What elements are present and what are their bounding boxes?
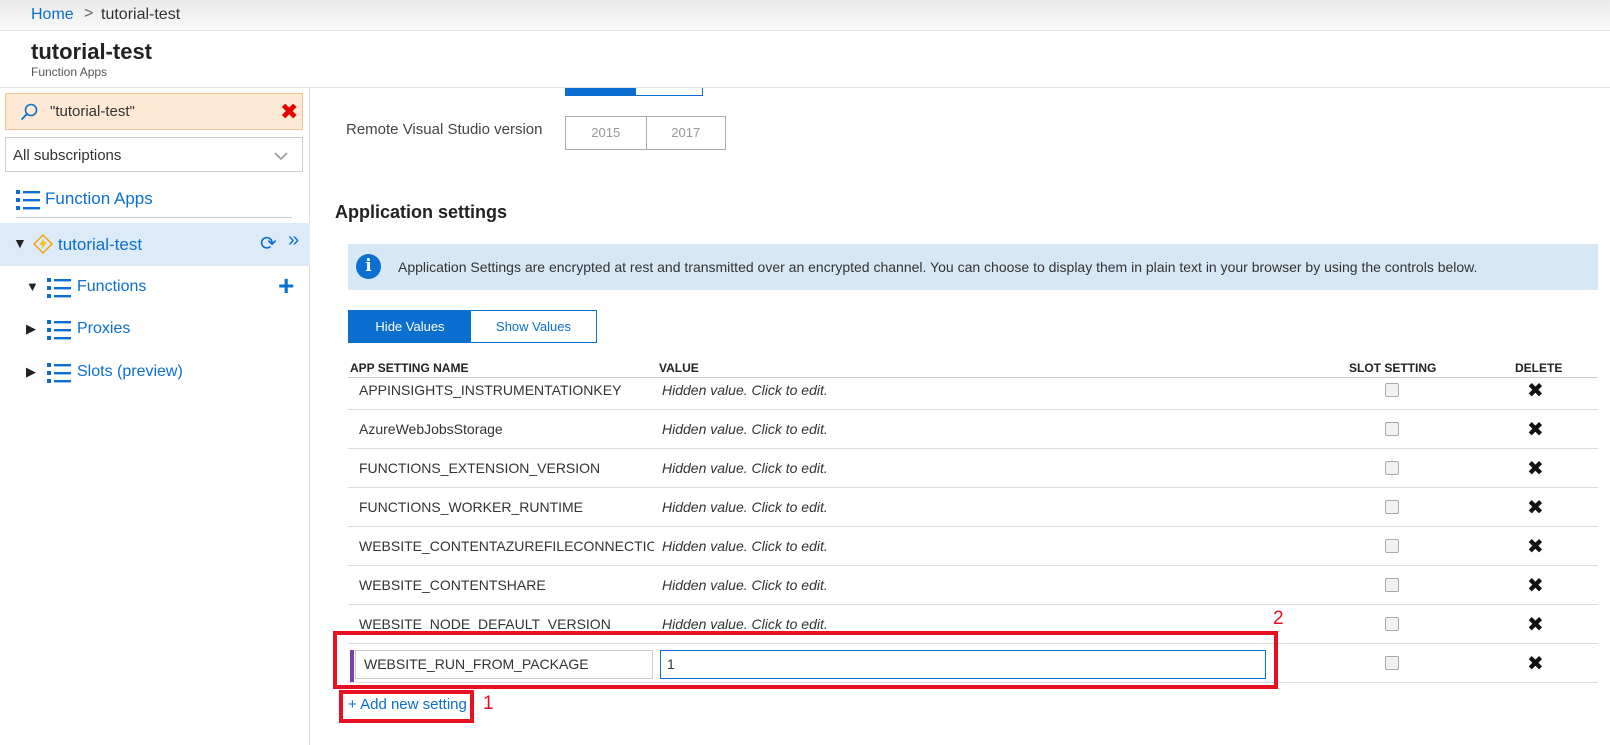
delete-icon[interactable]: ✖ [1527, 495, 1544, 520]
subscription-select-value: All subscriptions [13, 147, 122, 164]
slot-setting-checkbox[interactable] [1385, 656, 1399, 670]
delete-icon[interactable]: ✖ [1527, 534, 1544, 559]
values-visibility-toggle: Hide Values Show Values [348, 310, 597, 343]
delete-icon[interactable]: ✖ [1527, 417, 1544, 442]
breadcrumb-current: tutorial-test [101, 6, 181, 23]
slot-setting-checkbox[interactable] [1385, 383, 1399, 397]
vs-version-2015-button[interactable]: 2015 [566, 117, 646, 149]
sidebar-item-app[interactable]: ▼ tutorial-test ⟳ » [0, 223, 310, 266]
partially-visible-toggle[interactable] [565, 88, 703, 96]
table-row: WEBSITE_CONTENTSHARE Hidden value. Click… [348, 566, 1598, 605]
delete-icon[interactable]: ✖ [1527, 651, 1544, 676]
setting-value[interactable]: Hidden value. Click to edit. [662, 421, 828, 437]
annotation-box-2 [333, 631, 1278, 689]
main-content: Remote Visual Studio version 2015 2017 A… [310, 88, 1610, 745]
caret-right-icon[interactable]: ▶ [26, 321, 36, 337]
slot-setting-checkbox[interactable] [1385, 461, 1399, 475]
delete-icon[interactable]: ✖ [1527, 378, 1544, 403]
caret-down-icon[interactable]: ▼ [26, 279, 39, 294]
list-icon [47, 278, 71, 298]
setting-value[interactable]: Hidden value. Click to edit. [662, 499, 828, 515]
annotation-box-1 [339, 690, 474, 723]
setting-name[interactable]: FUNCTIONS_WORKER_RUNTIME [359, 499, 654, 515]
slot-setting-checkbox[interactable] [1385, 422, 1399, 436]
caret-down-icon[interactable]: ▼ [13, 235, 27, 251]
nav-function-apps[interactable]: Function Apps [16, 186, 292, 218]
list-icon [47, 320, 71, 340]
subscription-select[interactable]: All subscriptions [5, 137, 303, 172]
table-row: FUNCTIONS_WORKER_RUNTIME Hidden value. C… [348, 488, 1598, 527]
table-row: APPINSIGHTS_INSTRUMENTATIONKEY Hidden va… [348, 371, 1598, 410]
nav-function-apps-label: Function Apps [45, 189, 153, 208]
sidebar-item-slots[interactable]: ▶ Slots (preview) [0, 355, 310, 391]
search-input[interactable]: "tutorial-test" ✖ [5, 93, 303, 130]
setting-value[interactable]: Hidden value. Click to edit. [662, 382, 828, 398]
annotation-number-1: 1 [483, 693, 494, 714]
setting-value[interactable]: Hidden value. Click to edit. [662, 616, 828, 632]
slot-setting-checkbox[interactable] [1385, 539, 1399, 553]
chevron-down-icon [274, 152, 288, 161]
table-row: WEBSITE_CONTENTAZUREFILECONNECTIO... Hid… [348, 527, 1598, 566]
slot-setting-checkbox[interactable] [1385, 617, 1399, 631]
list-icon [16, 190, 40, 210]
list-icon [47, 363, 71, 383]
table-row: FUNCTIONS_EXTENSION_VERSION Hidden value… [348, 449, 1598, 488]
search-icon [20, 103, 38, 121]
hide-values-button[interactable]: Hide Values [349, 311, 471, 342]
page-title: tutorial-test [31, 39, 152, 64]
setting-name[interactable]: WEBSITE_CONTENTAZUREFILECONNECTIO... [359, 538, 654, 554]
clear-search-icon[interactable]: ✖ [280, 99, 298, 125]
info-banner: i Application Settings are encrypted at … [348, 244, 1598, 290]
breadcrumb-bar: Home > tutorial-test [0, 0, 1610, 31]
breadcrumb-separator-icon: > [84, 5, 94, 22]
remote-vs-version-label: Remote Visual Studio version [346, 121, 543, 138]
info-banner-text: Application Settings are encrypted at re… [398, 259, 1478, 275]
sidebar-item-label: Slots (preview) [77, 363, 183, 380]
page-subtitle: Function Apps [31, 65, 108, 79]
partially-visible-toggle-on [566, 88, 636, 95]
sidebar-item-functions[interactable]: ▼ Functions + [0, 270, 310, 306]
expand-icon[interactable]: » [288, 229, 299, 252]
setting-value[interactable]: Hidden value. Click to edit. [662, 577, 828, 593]
refresh-icon[interactable]: ⟳ [260, 231, 277, 256]
table-row: AzureWebJobsStorage Hidden value. Click … [348, 410, 1598, 449]
function-app-bolt-icon [33, 234, 53, 254]
caret-right-icon[interactable]: ▶ [26, 364, 36, 380]
setting-name[interactable]: AzureWebJobsStorage [359, 421, 654, 437]
sidebar-item-proxies[interactable]: ▶ Proxies [0, 312, 310, 348]
delete-icon[interactable]: ✖ [1527, 573, 1544, 598]
setting-value[interactable]: Hidden value. Click to edit. [662, 460, 828, 476]
setting-value[interactable]: Hidden value. Click to edit. [662, 538, 828, 554]
sidebar-item-label: Proxies [77, 320, 131, 337]
slot-setting-checkbox[interactable] [1385, 578, 1399, 592]
section-title: Application settings [335, 202, 508, 222]
add-function-icon[interactable]: + [278, 272, 294, 300]
breadcrumb-home-link[interactable]: Home [31, 6, 74, 24]
annotation-number-2: 2 [1273, 608, 1284, 629]
search-input-value: "tutorial-test" [50, 103, 135, 120]
vs-version-2017-button[interactable]: 2017 [645, 117, 726, 149]
slot-setting-checkbox[interactable] [1385, 500, 1399, 514]
setting-name[interactable]: APPINSIGHTS_INSTRUMENTATIONKEY [359, 382, 654, 398]
delete-icon[interactable]: ✖ [1527, 456, 1544, 481]
info-icon: i [356, 254, 381, 279]
show-values-button[interactable]: Show Values [471, 311, 596, 342]
setting-name[interactable]: FUNCTIONS_EXTENSION_VERSION [359, 460, 654, 476]
delete-icon[interactable]: ✖ [1527, 612, 1544, 637]
app-name-label: tutorial-test [58, 235, 143, 254]
sidebar: "tutorial-test" ✖ All subscriptions Func… [0, 88, 310, 745]
remote-vs-version-toggle: 2015 2017 [565, 116, 726, 150]
setting-name[interactable]: WEBSITE_NODE_DEFAULT_VERSION [359, 616, 654, 632]
setting-name[interactable]: WEBSITE_CONTENTSHARE [359, 577, 654, 593]
sidebar-item-label: Functions [77, 278, 147, 295]
